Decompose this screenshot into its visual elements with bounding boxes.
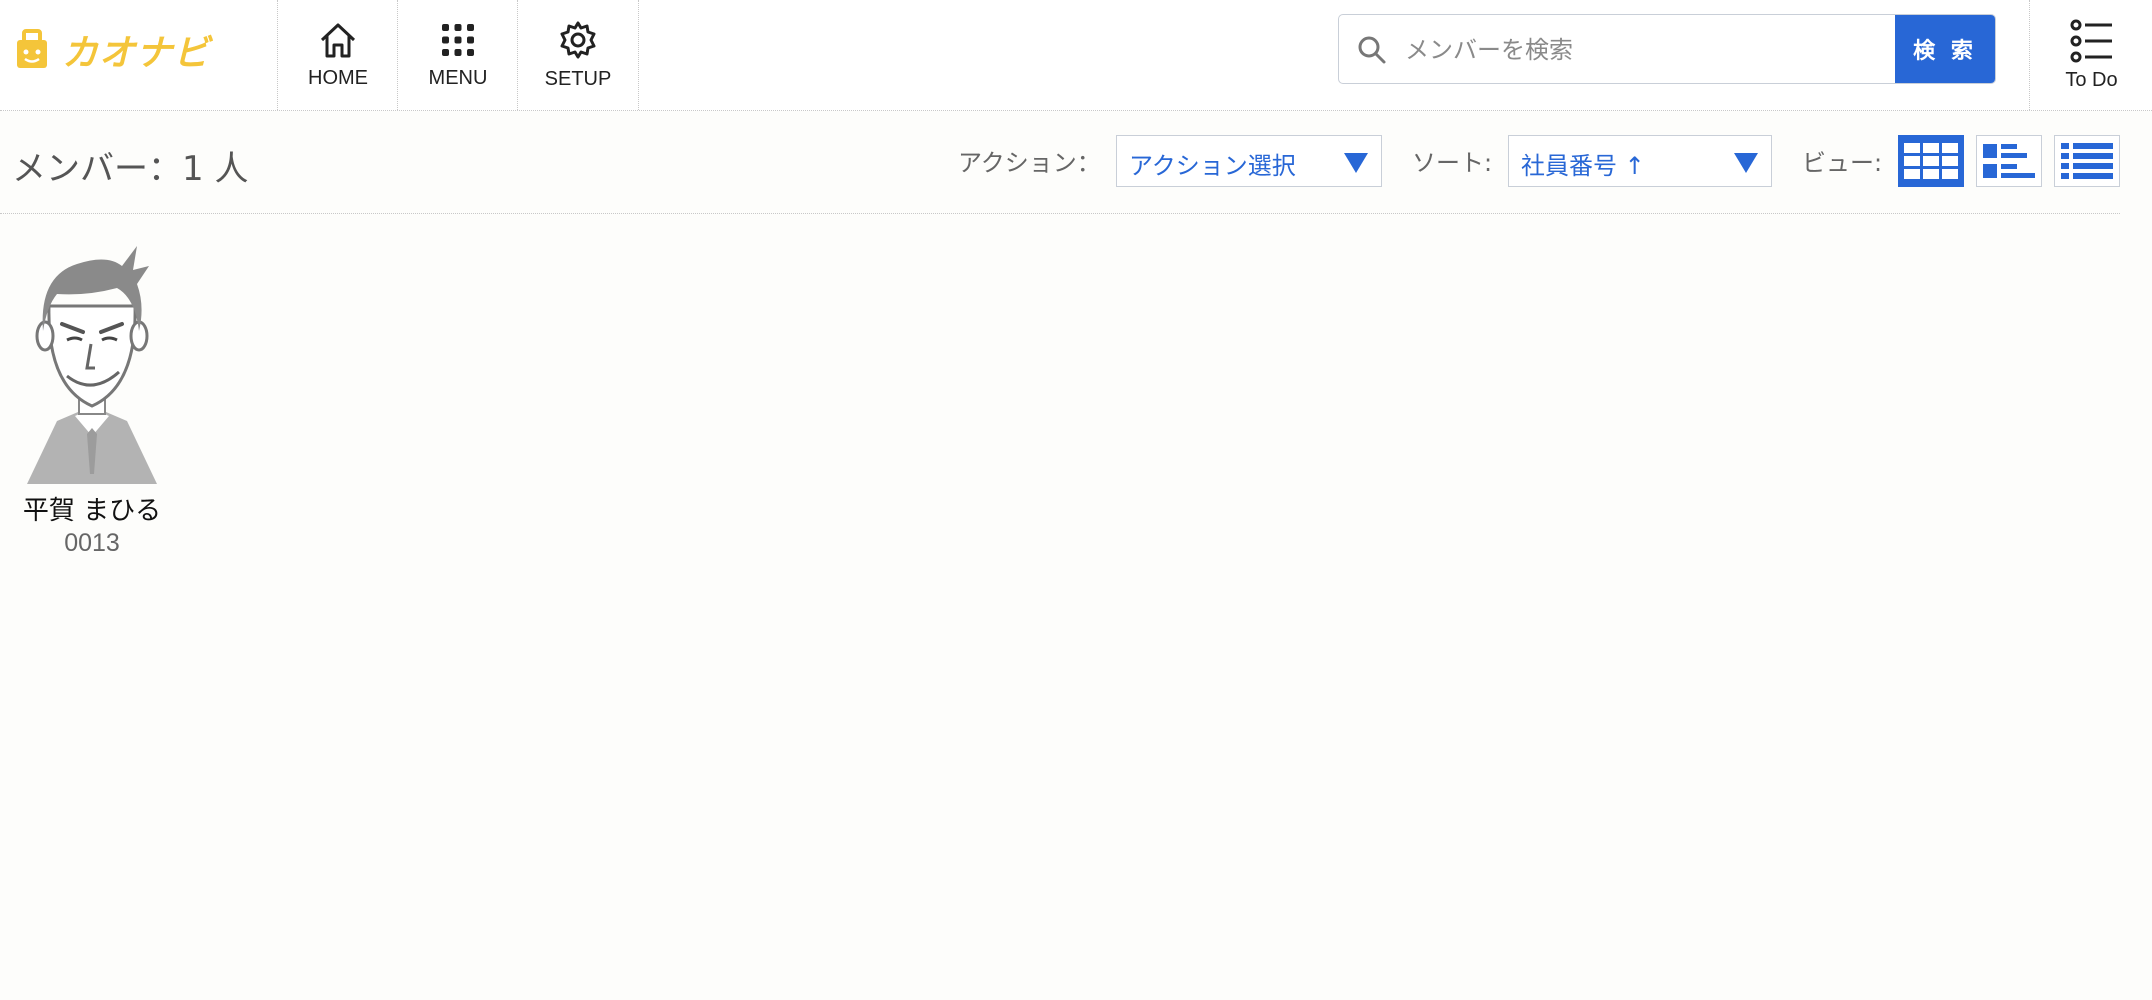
member-avatar [27,246,157,484]
dropdown-arrow-icon [1734,153,1758,173]
action-select-value: アクション選択 [1129,152,1296,180]
sort-select[interactable]: 社員番号 ↑ [1508,135,1772,187]
member-search: 検 索 [1338,14,1996,84]
todo-button[interactable]: To Do [2029,0,2152,110]
list-view-icon [2061,143,2113,179]
view-label: ビュー: [1802,149,1883,177]
search-icon [1358,36,1386,64]
nav-setup-button[interactable]: SETUP [517,0,639,110]
checklist-icon [2070,19,2112,62]
grid-view-icon [1904,143,1958,179]
nav-menu-button[interactable]: MENU [397,0,518,110]
action-label: アクション： [958,149,1101,177]
detail-list-view-icon [1983,144,2035,178]
member-count: メンバー：1 人 [12,149,249,189]
sort-label: ソート: [1412,149,1493,177]
todo-label: To Do [2065,68,2118,91]
nav-home-button[interactable]: HOME [277,0,398,110]
grid-view-button[interactable] [1898,135,1964,187]
search-button[interactable]: 検 索 [1895,15,1995,83]
nav-setup-label: SETUP [544,67,612,90]
logo-text: カオナビ [62,33,211,74]
grid-icon [442,23,474,56]
top-bar: カオナビ HOME MENU SETUP メンバーを検索 検 索 To Do [0,0,2152,111]
nav-home-label: HOME [308,66,368,89]
search-input[interactable] [1403,15,1867,83]
nav-menu-label: MENU [428,66,488,89]
member-toolbar: メンバー：1 人 アクション： アクション選択 ソート: 社員番号 ↑ ビュー: [0,111,2120,214]
detail-list-view-button[interactable] [1976,135,2042,187]
list-view-button[interactable] [2054,135,2120,187]
sort-select-value: 社員番号 ↑ [1521,152,1645,180]
member-card[interactable]: 平賀 まひる 0013 [12,236,172,558]
member-employee-number: 0013 [64,529,120,557]
dropdown-arrow-icon [1344,153,1368,173]
logo-mark-icon [17,29,47,68]
member-name: 平賀 まひる [22,496,162,526]
gear-icon [560,21,596,58]
home-icon [320,23,356,57]
action-select[interactable]: アクション選択 [1116,135,1382,187]
app-logo[interactable]: カオナビ [14,20,210,80]
